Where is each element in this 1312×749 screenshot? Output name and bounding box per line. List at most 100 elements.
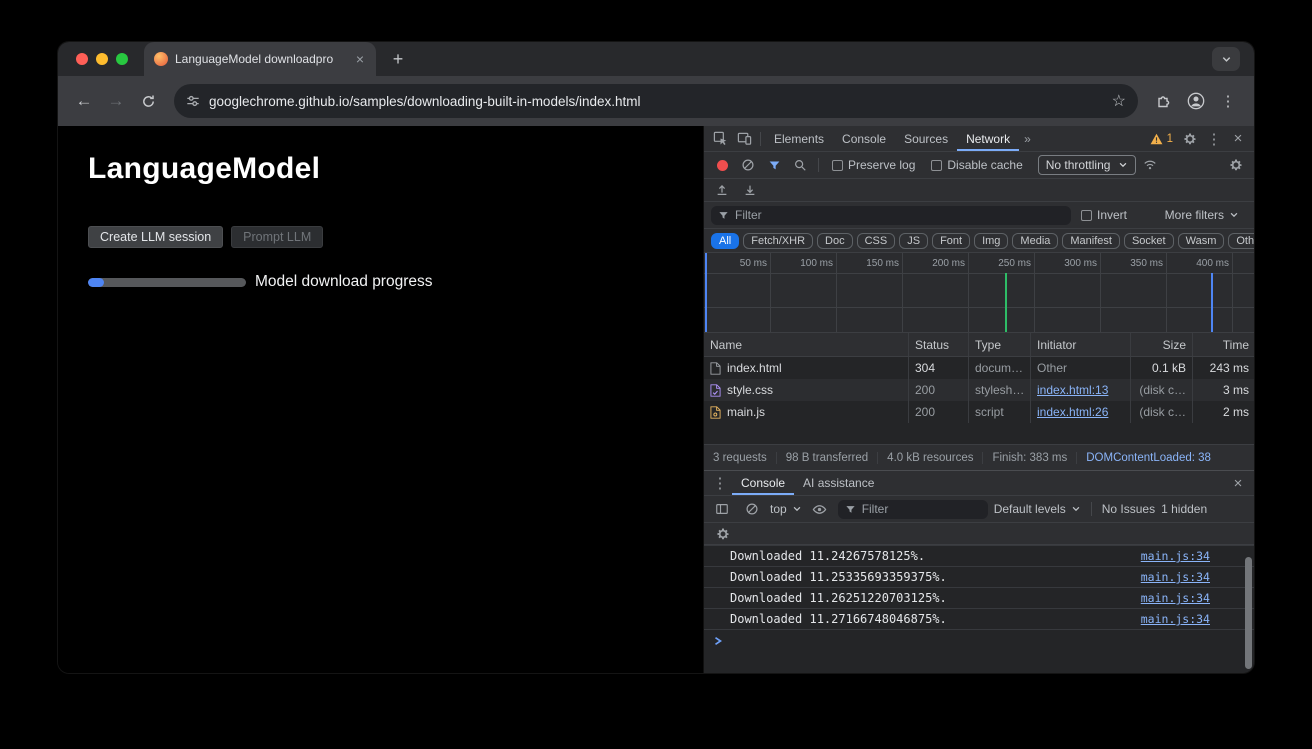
drawer-close-icon[interactable]: × [1226, 471, 1250, 495]
chip-font[interactable]: Font [932, 233, 970, 249]
close-window-button[interactable] [76, 53, 88, 65]
column-time[interactable]: Time [1193, 333, 1254, 356]
console-filter-input[interactable] [862, 502, 981, 516]
chip-other[interactable]: Other [1228, 233, 1254, 249]
table-row[interactable]: style.css 200 stylesh… index.html:13 (di… [704, 379, 1254, 401]
filter-toggle-icon[interactable] [762, 153, 786, 177]
back-button[interactable]: ← [70, 87, 98, 115]
document-file-icon [710, 362, 721, 375]
reload-button[interactable] [134, 87, 162, 115]
invert-checkbox[interactable]: Invert [1081, 208, 1127, 222]
search-network-icon[interactable] [788, 153, 812, 177]
issues-warning-badge[interactable]: 1 [1145, 133, 1178, 145]
no-issues-label[interactable]: No Issues [1102, 502, 1155, 516]
minimize-window-button[interactable] [96, 53, 108, 65]
source-link[interactable]: main.js:34 [1141, 570, 1210, 584]
preserve-log-checkbox[interactable]: Preserve log [825, 158, 922, 172]
new-tab-button[interactable]: + [384, 45, 412, 73]
column-size[interactable]: Size [1131, 333, 1193, 356]
chip-fetch-xhr[interactable]: Fetch/XHR [743, 233, 813, 249]
warning-count: 1 [1167, 133, 1173, 145]
chip-all[interactable]: All [711, 233, 739, 249]
page-content: LanguageModel Create LLM session Prompt … [58, 126, 703, 673]
column-name[interactable]: Name [704, 333, 909, 356]
column-status[interactable]: Status [909, 333, 969, 356]
more-filters-dropdown[interactable]: More filters [1165, 208, 1239, 222]
record-network-log-icon[interactable] [710, 153, 734, 177]
devtools-close-icon[interactable]: × [1226, 127, 1250, 151]
bookmark-star-icon[interactable]: ☆ [1112, 91, 1126, 111]
prompt-llm-button[interactable]: Prompt LLM [231, 226, 323, 248]
network-filter-input-wrap [711, 206, 1071, 225]
clear-console-icon[interactable] [740, 497, 764, 521]
table-row[interactable]: index.html 304 docum… Other 0.1 kB 243 m… [704, 357, 1254, 379]
network-overview-timeline[interactable]: 50 ms 100 ms 150 ms 200 ms 250 ms 300 ms… [704, 253, 1254, 333]
chip-css[interactable]: CSS [857, 233, 896, 249]
export-har-icon[interactable] [738, 178, 762, 202]
forward-button[interactable]: → [102, 87, 130, 115]
chip-doc[interactable]: Doc [817, 233, 853, 249]
tab-search-button[interactable] [1212, 47, 1240, 71]
throttling-select[interactable]: No throttling [1038, 155, 1137, 175]
disable-cache-checkbox[interactable]: Disable cache [924, 158, 1029, 172]
drawer-tab-ai-assistance[interactable]: AI assistance [794, 471, 883, 495]
create-llm-session-button[interactable]: Create LLM session [88, 226, 223, 248]
console-message: Downloaded 11.25335693359375%. main.js:3… [704, 566, 1254, 587]
console-prompt[interactable] [704, 629, 1254, 651]
console-context-select[interactable]: top [770, 502, 802, 516]
devtools-settings-icon[interactable] [1178, 127, 1202, 151]
clear-network-log-icon[interactable] [736, 153, 760, 177]
source-link[interactable]: main.js:34 [1141, 612, 1210, 626]
eye-icon[interactable] [808, 497, 832, 521]
model-download-progress-bar [88, 278, 246, 287]
tab-sources[interactable]: Sources [895, 126, 957, 151]
more-tabs-icon[interactable]: » [1019, 132, 1036, 146]
chip-socket[interactable]: Socket [1124, 233, 1174, 249]
dcl-time: DOMContentLoaded: 38 [1077, 452, 1220, 464]
console-sidebar-icon[interactable] [710, 497, 734, 521]
browser-menu-button[interactable]: ⋮ [1214, 87, 1242, 115]
chip-manifest[interactable]: Manifest [1062, 233, 1120, 249]
network-conditions-icon[interactable] [1138, 153, 1162, 177]
site-settings-icon[interactable] [186, 94, 200, 108]
extensions-icon[interactable] [1150, 87, 1178, 115]
chip-img[interactable]: Img [974, 233, 1008, 249]
drawer-tab-console[interactable]: Console [732, 471, 794, 495]
table-row[interactable]: main.js 200 script index.html:26 (disk c… [704, 401, 1254, 423]
browser-tab[interactable]: LanguageModel downloadpro × [144, 42, 376, 76]
initiator-link[interactable]: index.html:13 [1037, 383, 1108, 397]
device-toolbar-icon[interactable] [732, 127, 756, 151]
scrollbar-thumb[interactable] [1245, 557, 1252, 669]
request-type-chips: All Fetch/XHR Doc CSS JS Font Img Media … [704, 229, 1254, 253]
chip-wasm[interactable]: Wasm [1178, 233, 1225, 249]
column-initiator[interactable]: Initiator [1031, 333, 1131, 356]
tick-label: 100 ms [787, 258, 833, 269]
console-settings-icon[interactable] [711, 522, 735, 546]
import-har-icon[interactable] [710, 178, 734, 202]
source-link[interactable]: main.js:34 [1141, 591, 1210, 605]
column-type[interactable]: Type [969, 333, 1031, 356]
tab-console[interactable]: Console [833, 126, 895, 151]
chip-js[interactable]: JS [899, 233, 928, 249]
tab-elements[interactable]: Elements [765, 126, 833, 151]
drawer-menu-icon[interactable]: ⋮ [708, 471, 732, 495]
network-filter-input[interactable] [735, 208, 1064, 222]
timeline-start-marker [705, 253, 707, 333]
profile-avatar[interactable] [1182, 87, 1210, 115]
progress-row: Model download progress [88, 273, 703, 291]
tab-network[interactable]: Network [957, 126, 1019, 151]
initiator-link[interactable]: index.html:26 [1037, 405, 1108, 419]
transferred-size: 98 B transferred [777, 452, 878, 464]
console-message: Downloaded 11.27166748046875%. main.js:3… [704, 608, 1254, 629]
inspect-element-icon[interactable] [708, 127, 732, 151]
chip-media[interactable]: Media [1012, 233, 1058, 249]
log-levels-select[interactable]: Default levels [994, 502, 1081, 516]
traffic-lights [76, 53, 128, 65]
address-bar[interactable]: googlechrome.github.io/samples/downloadi… [174, 84, 1138, 118]
devtools-menu-icon[interactable]: ⋮ [1202, 127, 1226, 151]
hidden-messages-label[interactable]: 1 hidden [1161, 502, 1207, 516]
source-link[interactable]: main.js:34 [1141, 549, 1210, 563]
maximize-window-button[interactable] [116, 53, 128, 65]
tab-close-icon[interactable]: × [352, 51, 368, 67]
network-settings-icon[interactable] [1224, 153, 1248, 177]
